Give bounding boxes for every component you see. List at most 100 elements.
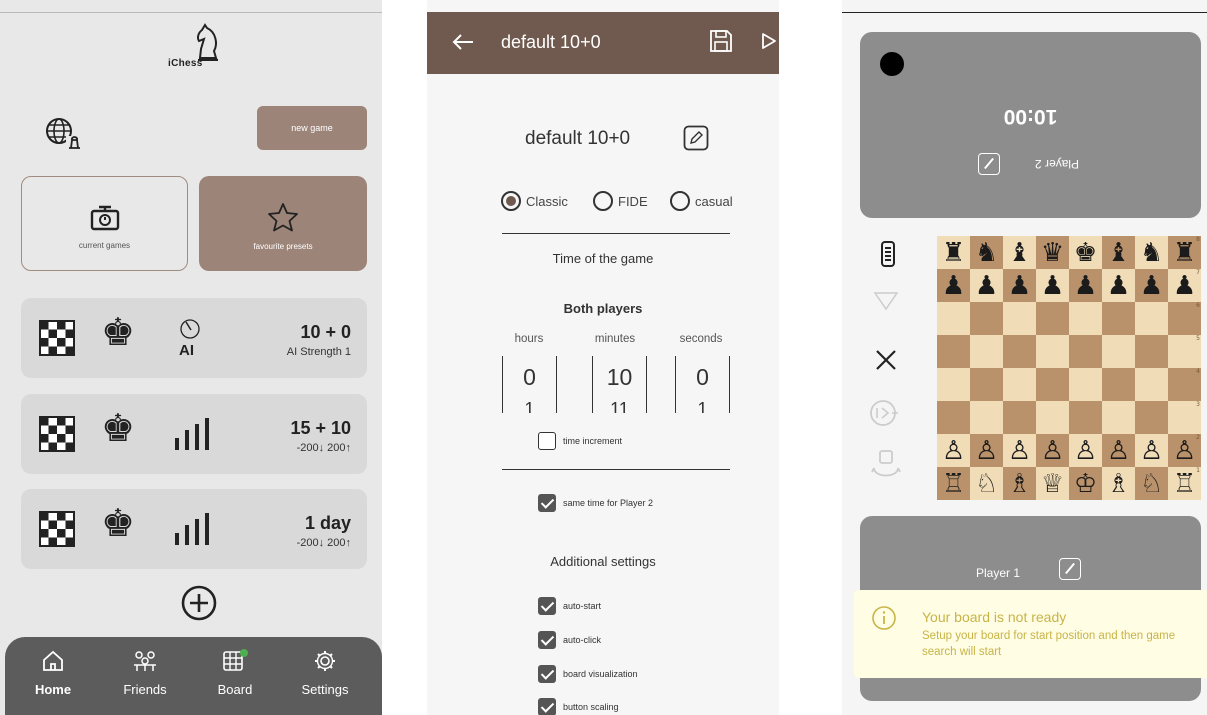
board-square[interactable] — [1003, 368, 1036, 401]
board-square[interactable] — [1036, 335, 1069, 368]
nav-friends[interactable]: Friends — [105, 649, 185, 697]
white-piece[interactable]: ♙ — [1140, 438, 1163, 464]
board-square[interactable]: 3 — [1168, 401, 1201, 434]
black-piece[interactable]: ♜ — [1173, 240, 1196, 266]
board-square[interactable]: ♙ — [1069, 434, 1102, 467]
board-square[interactable]: ♘ — [1135, 467, 1168, 500]
board-square[interactable]: ♝ — [1102, 236, 1135, 269]
black-piece[interactable]: ♛ — [1041, 240, 1064, 266]
board-square[interactable]: ♙ — [970, 434, 1003, 467]
board-square[interactable]: ♙ — [1036, 434, 1069, 467]
board-square[interactable]: ♗ — [1102, 467, 1135, 500]
save-icon[interactable] — [708, 28, 734, 54]
board-square[interactable] — [1102, 302, 1135, 335]
nav-home[interactable]: Home — [13, 649, 93, 697]
board-square[interactable] — [1135, 335, 1168, 368]
white-piece[interactable]: ♗ — [1107, 471, 1130, 497]
board-square[interactable]: ♞ — [970, 236, 1003, 269]
black-piece[interactable]: ♟ — [1173, 273, 1196, 299]
black-piece[interactable]: ♞ — [975, 240, 998, 266]
board-square[interactable]: ♖ — [937, 467, 970, 500]
online-globe-icon[interactable] — [44, 116, 86, 150]
black-piece[interactable]: ♚ — [1074, 240, 1097, 266]
board-square[interactable]: 4 — [1168, 368, 1201, 401]
white-piece[interactable]: ♙ — [1041, 438, 1064, 464]
board-square[interactable]: ♘ — [970, 467, 1003, 500]
auto-click-checkbox[interactable] — [538, 631, 556, 649]
same-time-checkbox[interactable] — [538, 494, 556, 512]
edit-opponent-name-icon[interactable] — [978, 153, 1000, 175]
board-square[interactable] — [1036, 401, 1069, 434]
board-square[interactable] — [1102, 335, 1135, 368]
black-piece[interactable]: ♟ — [975, 273, 998, 299]
preset-card[interactable]: ♚ 15 + 10 -200↓ 200↑ — [21, 394, 367, 474]
board-square[interactable]: 6 — [1168, 302, 1201, 335]
board-square[interactable]: ♟ — [1003, 269, 1036, 302]
board-square[interactable] — [1069, 335, 1102, 368]
radio-fide[interactable] — [593, 191, 613, 211]
board-square[interactable] — [1003, 302, 1036, 335]
black-piece[interactable]: ♟ — [942, 273, 965, 299]
white-piece[interactable]: ♙ — [1107, 438, 1130, 464]
board-square[interactable]: ♜ — [937, 236, 970, 269]
board-square[interactable]: ♙ — [1003, 434, 1036, 467]
board-square[interactable]: ♜ 8 — [1168, 236, 1201, 269]
edit-player-name-icon[interactable] — [1059, 558, 1081, 580]
board-square[interactable] — [1135, 401, 1168, 434]
add-preset-icon[interactable] — [180, 584, 218, 622]
radio-classic[interactable] — [501, 191, 521, 211]
board-square[interactable]: ♚ — [1069, 236, 1102, 269]
board-square[interactable]: ♗ — [1003, 467, 1036, 500]
white-piece[interactable]: ♙ — [1074, 438, 1097, 464]
board-square[interactable]: ♟ 7 — [1168, 269, 1201, 302]
seconds-wheel[interactable]: 01 — [675, 356, 730, 413]
white-piece[interactable]: ♙ — [975, 438, 998, 464]
board-square[interactable]: ♙ — [937, 434, 970, 467]
mode-casual-option[interactable]: casual — [670, 191, 733, 211]
board-square[interactable] — [970, 302, 1003, 335]
board-square[interactable]: ♟ — [1102, 269, 1135, 302]
black-piece[interactable]: ♝ — [1008, 240, 1031, 266]
nav-settings[interactable]: Settings — [285, 649, 365, 697]
board-square[interactable] — [1069, 302, 1102, 335]
board-square[interactable]: ♞ — [1135, 236, 1168, 269]
white-piece[interactable]: ♔ — [1074, 471, 1097, 497]
board-square[interactable] — [1135, 368, 1168, 401]
board-square[interactable] — [1036, 302, 1069, 335]
play-icon[interactable] — [761, 32, 777, 50]
board-square[interactable]: ♙ — [1135, 434, 1168, 467]
board-square[interactable] — [937, 302, 970, 335]
board-square[interactable] — [1003, 335, 1036, 368]
preset-card[interactable]: ♚ AI 10 + 0 AI Strength 1 — [21, 298, 367, 378]
favourite-presets-card[interactable]: favourite presets — [199, 176, 367, 271]
time-increment-checkbox[interactable] — [538, 432, 556, 450]
board-square[interactable] — [1069, 368, 1102, 401]
board-square[interactable] — [1102, 401, 1135, 434]
board-square[interactable]: ♟ — [1135, 269, 1168, 302]
white-piece[interactable]: ♙ — [942, 438, 965, 464]
board-square[interactable] — [1036, 368, 1069, 401]
preset-card[interactable]: ♚ 1 day -200↓ 200↑ — [21, 489, 367, 569]
board-square[interactable]: 5 — [1168, 335, 1201, 368]
black-piece[interactable]: ♟ — [1140, 273, 1163, 299]
board-square[interactable]: ♔ — [1069, 467, 1102, 500]
edit-name-icon[interactable] — [683, 125, 709, 151]
white-piece[interactable]: ♘ — [1140, 471, 1163, 497]
board-square[interactable]: ♛ — [1036, 236, 1069, 269]
white-piece[interactable]: ♗ — [1008, 471, 1031, 497]
board-square[interactable] — [937, 335, 970, 368]
white-piece[interactable]: ♘ — [975, 471, 998, 497]
board-square[interactable]: ♝ — [1003, 236, 1036, 269]
dropdown-triangle-icon[interactable] — [873, 291, 899, 311]
black-piece[interactable]: ♝ — [1107, 240, 1130, 266]
white-piece[interactable]: ♙ — [1173, 438, 1196, 464]
nav-board[interactable]: Board — [195, 649, 275, 697]
board-square[interactable]: ♟ — [970, 269, 1003, 302]
board-square[interactable]: ♟ — [937, 269, 970, 302]
board-square[interactable] — [937, 401, 970, 434]
board-square[interactable] — [970, 335, 1003, 368]
mode-fide-option[interactable]: FIDE — [593, 191, 648, 211]
black-piece[interactable]: ♟ — [1008, 273, 1031, 299]
board-square[interactable] — [970, 368, 1003, 401]
auto-start-checkbox[interactable] — [538, 597, 556, 615]
